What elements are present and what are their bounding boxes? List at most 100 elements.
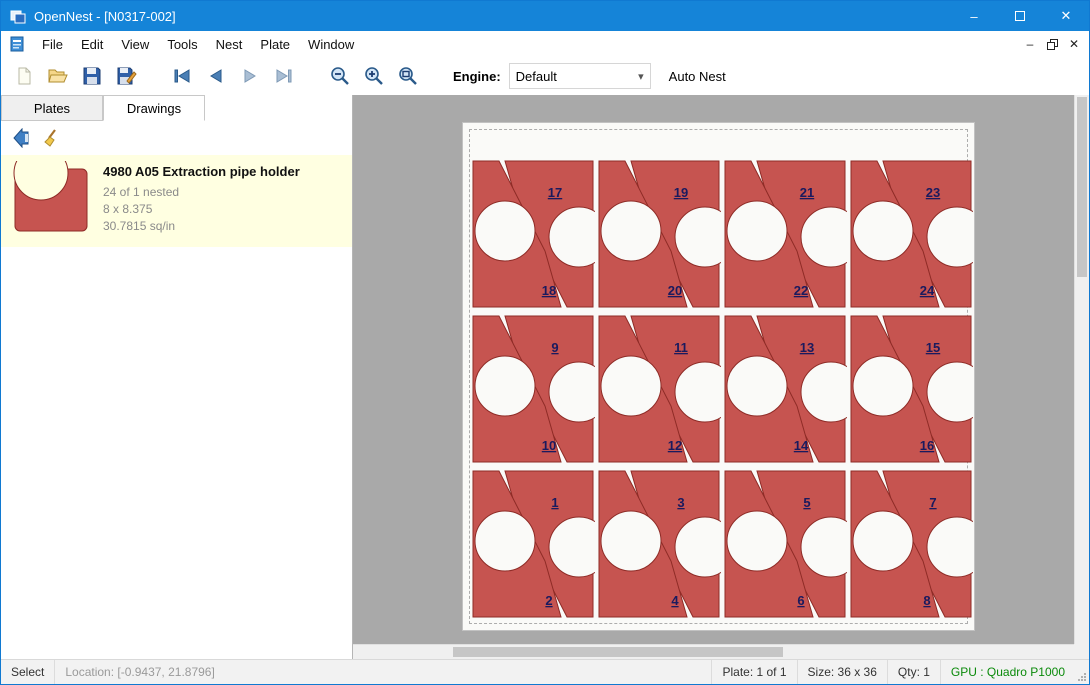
part-number: 23 xyxy=(926,185,940,200)
save-icon xyxy=(81,65,103,87)
nest-cell[interactable]: 1920 xyxy=(597,159,721,311)
tab-plates[interactable]: Plates xyxy=(1,95,103,121)
save-as-button[interactable] xyxy=(109,61,143,91)
nest-cell[interactable]: 23 24 xyxy=(849,159,973,311)
engine-label: Engine: xyxy=(453,69,501,84)
engine-select[interactable]: Default ▾ xyxy=(509,63,651,89)
part-number: 3 xyxy=(677,495,684,510)
vertical-scrollbar-thumb[interactable] xyxy=(1077,97,1087,277)
zoom-fit-icon xyxy=(397,65,419,87)
nest-cell[interactable]: 9 10 xyxy=(471,314,595,466)
nest-cell[interactable]: 78 xyxy=(849,469,973,621)
nest-cell[interactable]: 34 xyxy=(597,469,721,621)
status-qty: Qty: 1 xyxy=(888,660,940,684)
part-number: 9 xyxy=(551,340,558,355)
nest-cell[interactable]: 12 xyxy=(471,469,595,621)
menu-edit[interactable]: Edit xyxy=(72,33,112,56)
menubar: File Edit View Tools Nest Plate Window –… xyxy=(1,31,1089,57)
nest-cell[interactable]: 2122 xyxy=(723,159,847,311)
replace-part-button[interactable] xyxy=(7,124,37,152)
last-plate-button[interactable] xyxy=(267,61,301,91)
app-icon xyxy=(10,8,26,24)
next-arrow-icon xyxy=(239,65,261,87)
mdi-close-button[interactable]: ✕ xyxy=(1063,34,1085,54)
engine-selected-value: Default xyxy=(516,69,557,84)
part-notch xyxy=(727,356,787,416)
horizontal-scrollbar-thumb[interactable] xyxy=(453,647,783,657)
menu-view[interactable]: View xyxy=(112,33,158,56)
chevron-down-icon: ▾ xyxy=(638,70,644,83)
part-notch xyxy=(727,201,787,261)
previous-plate-button[interactable] xyxy=(199,61,233,91)
maximize-button[interactable] xyxy=(997,1,1043,31)
nest-cell[interactable]: 1516 xyxy=(849,314,973,466)
part-number: 22 xyxy=(794,283,808,298)
nest-cell[interactable]: 56 xyxy=(723,469,847,621)
part-number: 7 xyxy=(929,495,936,510)
part-number: 18 xyxy=(542,283,556,298)
broom-icon xyxy=(42,128,62,148)
part-number: 14 xyxy=(794,438,809,453)
status-gpu: GPU : Quadro P1000 xyxy=(941,660,1075,684)
menu-file[interactable]: File xyxy=(33,33,72,56)
nest-canvas[interactable]: 171819202122232491011121314151612345678 xyxy=(353,95,1089,659)
mdi-minimize-button[interactable]: – xyxy=(1019,34,1041,54)
drawing-list-item[interactable]: 4980 A05 Extraction pipe holder 24 of 1 … xyxy=(1,155,352,247)
plate-sheet[interactable]: 171819202122232491011121314151612345678 xyxy=(462,122,975,631)
mdi-restore-button[interactable] xyxy=(1041,34,1063,54)
part-notch xyxy=(601,511,661,571)
part-number: 4 xyxy=(671,593,679,608)
part-number: 16 xyxy=(920,438,934,453)
titlebar: OpenNest - [N0317-002] – ✕ xyxy=(1,1,1089,31)
part-number: 24 xyxy=(920,283,935,298)
new-button[interactable] xyxy=(7,61,41,91)
last-arrow-icon xyxy=(273,65,295,87)
menu-window[interactable]: Window xyxy=(299,33,363,56)
part-number: 20 xyxy=(668,283,682,298)
zoom-out-button[interactable] xyxy=(323,61,357,91)
menu-plate[interactable]: Plate xyxy=(251,33,299,56)
part-notch xyxy=(475,201,535,261)
maximize-icon xyxy=(1015,11,1025,21)
part-number: 15 xyxy=(926,340,940,355)
part-number: 5 xyxy=(803,495,810,510)
status-plate: Plate: 1 of 1 xyxy=(712,660,796,684)
minimize-button[interactable]: – xyxy=(951,1,997,31)
nest-cell[interactable]: 1718 xyxy=(471,159,595,311)
clear-parts-button[interactable] xyxy=(37,124,67,152)
resize-grip[interactable] xyxy=(1075,660,1089,684)
menu-tools[interactable]: Tools xyxy=(158,33,206,56)
previous-arrow-icon xyxy=(205,65,227,87)
part-number: 6 xyxy=(797,593,804,608)
part-number: 12 xyxy=(668,438,682,453)
part-notch xyxy=(853,201,913,261)
save-button[interactable] xyxy=(75,61,109,91)
blue-arrow-icon xyxy=(12,128,32,148)
nested-parts-layer: 171819202122232491011121314151612345678 xyxy=(463,123,974,630)
nest-cell[interactable]: 1314 xyxy=(723,314,847,466)
window-title: OpenNest - [N0317-002] xyxy=(34,9,176,24)
zoom-fit-button[interactable] xyxy=(391,61,425,91)
nest-cell[interactable]: 11 12 xyxy=(597,314,721,466)
drawing-size: 8 x 8.375 xyxy=(103,201,300,218)
restore-icon xyxy=(1047,39,1058,50)
sidebar: Plates Drawings xyxy=(1,95,353,659)
horizontal-scrollbar[interactable] xyxy=(353,644,1074,659)
part-number: 11 xyxy=(674,340,688,355)
close-button[interactable]: ✕ xyxy=(1043,1,1089,31)
first-plate-button[interactable] xyxy=(165,61,199,91)
tab-drawings[interactable]: Drawings xyxy=(103,95,205,121)
auto-nest-button[interactable]: Auto Nest xyxy=(669,69,726,84)
scrollbar-corner xyxy=(1074,644,1089,659)
menu-nest[interactable]: Nest xyxy=(207,33,252,56)
zoom-in-icon xyxy=(363,65,385,87)
statusbar: Select Location: [-0.9437, 21.8796] Plat… xyxy=(1,659,1089,684)
part-number: 10 xyxy=(542,438,556,453)
next-plate-button[interactable] xyxy=(233,61,267,91)
vertical-scrollbar[interactable] xyxy=(1074,95,1089,644)
open-button[interactable] xyxy=(41,61,75,91)
drawing-item-text: 4980 A05 Extraction pipe holder 24 of 1 … xyxy=(103,155,300,235)
save-edit-icon xyxy=(115,65,137,87)
zoom-in-button[interactable] xyxy=(357,61,391,91)
part-number: 2 xyxy=(545,593,552,608)
